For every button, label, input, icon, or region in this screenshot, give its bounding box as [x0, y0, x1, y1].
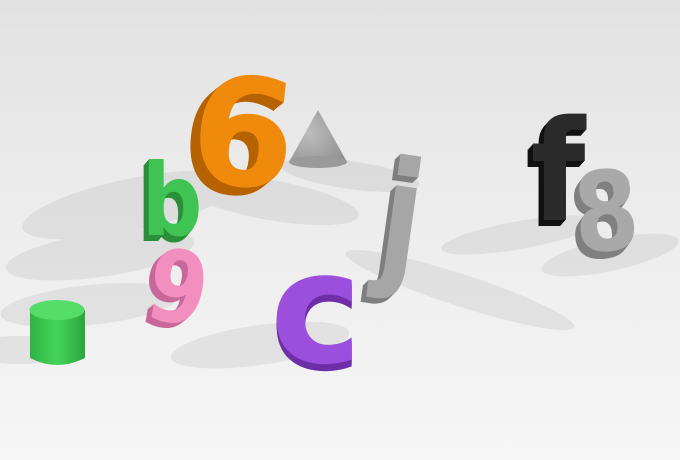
green-cylinder [29, 300, 85, 365]
rendered-3d-scene: 6666666666 bbbbbbb 9999999 cccccccc jjjj… [0, 0, 680, 460]
gray-eight-glyph: 88888888 [564, 147, 643, 287]
purple-c-glyph: cccccccc [270, 218, 362, 406]
glyph-face: c [270, 218, 362, 399]
scene-canvas: 6666666666 bbbbbbb 9999999 cccccccc jjjj… [0, 0, 680, 460]
glyph-face: 8 [569, 147, 643, 279]
